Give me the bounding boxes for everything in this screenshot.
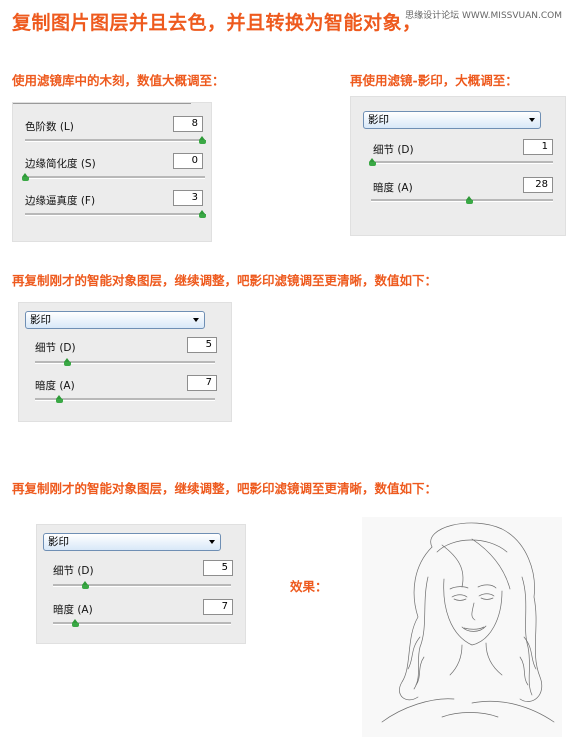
- detail-label: 细节 (D): [373, 144, 414, 156]
- filter-select[interactable]: 影印: [25, 311, 205, 329]
- edge-simplicity-slider-thumb[interactable]: [22, 173, 29, 181]
- filter-select-value: 影印: [368, 114, 389, 126]
- darkness-slider-thumb[interactable]: [466, 196, 473, 204]
- detail-input[interactable]: 1: [523, 139, 553, 155]
- woodcut-panel: 色阶数 (L) 8 边缘简化度 (S) 0 边缘逼真度 (F) 3: [12, 102, 212, 242]
- detail-slider-thumb[interactable]: [64, 358, 71, 366]
- section4-heading: 再复制刚才的智能对象图层，继续调整，吧影印滤镜调至更清晰，数值如下：: [12, 481, 438, 496]
- edge-simplicity-label: 边缘简化度 (S): [25, 158, 96, 170]
- edge-simplicity-input[interactable]: 0: [173, 153, 203, 169]
- darkness-slider-thumb[interactable]: [56, 395, 63, 403]
- section1-heading: 使用滤镜库中的木刻，数值大概调至：: [12, 73, 225, 88]
- chevron-down-icon: [193, 318, 199, 322]
- edge-simplicity-slider-track[interactable]: [25, 176, 205, 179]
- detail-input[interactable]: 5: [203, 560, 233, 576]
- edge-fidelity-slider-thumb[interactable]: [199, 210, 206, 218]
- filter-select[interactable]: 影印: [363, 111, 541, 129]
- section3-heading: 再复制刚才的智能对象图层，继续调整，吧影印滤镜调至更清晰，数值如下：: [12, 273, 438, 288]
- page-title: 复制图片图层并且去色，并且转换为智能对象，: [12, 12, 422, 34]
- detail-label: 细节 (D): [35, 342, 76, 354]
- levels-input[interactable]: 8: [173, 116, 203, 132]
- photocopy-panel-1: 影印 细节 (D) 1 暗度 (A) 28: [350, 96, 566, 236]
- levels-label: 色阶数 (L): [25, 121, 74, 133]
- darkness-slider-track[interactable]: [371, 199, 553, 202]
- edge-fidelity-input[interactable]: 3: [173, 190, 203, 206]
- edge-fidelity-slider-track[interactable]: [25, 213, 205, 216]
- detail-slider-track[interactable]: [53, 584, 231, 587]
- darkness-label: 暗度 (A): [53, 604, 93, 616]
- darkness-input[interactable]: 28: [523, 177, 553, 193]
- darkness-slider-thumb[interactable]: [72, 619, 79, 627]
- darkness-input[interactable]: 7: [203, 599, 233, 615]
- detail-slider-thumb[interactable]: [369, 158, 376, 166]
- levels-slider-track[interactable]: [25, 139, 205, 142]
- section2-heading: 再使用滤镜-影印，大概调至：: [350, 73, 518, 88]
- detail-label: 细节 (D): [53, 565, 94, 577]
- sketch-result-image: [362, 517, 562, 737]
- darkness-slider-track[interactable]: [53, 622, 231, 625]
- filter-select-value: 影印: [30, 314, 51, 326]
- detail-input[interactable]: 5: [187, 337, 217, 353]
- edge-fidelity-label: 边缘逼真度 (F): [25, 195, 96, 207]
- photocopy-panel-2: 影印 细节 (D) 5 暗度 (A) 7: [18, 302, 232, 422]
- watermark: 思缘设计论坛 WWW.MISSVUAN.COM: [405, 11, 562, 21]
- filter-select-value: 影印: [48, 536, 69, 548]
- photocopy-panel-3: 影印 细节 (D) 5 暗度 (A) 7: [36, 524, 246, 644]
- portrait-sketch-illustration: [381, 522, 555, 723]
- panel-divider: [13, 103, 191, 104]
- darkness-label: 暗度 (A): [373, 182, 413, 194]
- detail-slider-track[interactable]: [35, 361, 215, 364]
- detail-slider-thumb[interactable]: [82, 581, 89, 589]
- detail-slider-track[interactable]: [371, 161, 553, 164]
- darkness-label: 暗度 (A): [35, 380, 75, 392]
- chevron-down-icon: [529, 118, 535, 122]
- levels-slider-thumb[interactable]: [199, 136, 206, 144]
- filter-select[interactable]: 影印: [43, 533, 221, 551]
- chevron-down-icon: [209, 540, 215, 544]
- result-label: 效果：: [290, 579, 328, 594]
- darkness-input[interactable]: 7: [187, 375, 217, 391]
